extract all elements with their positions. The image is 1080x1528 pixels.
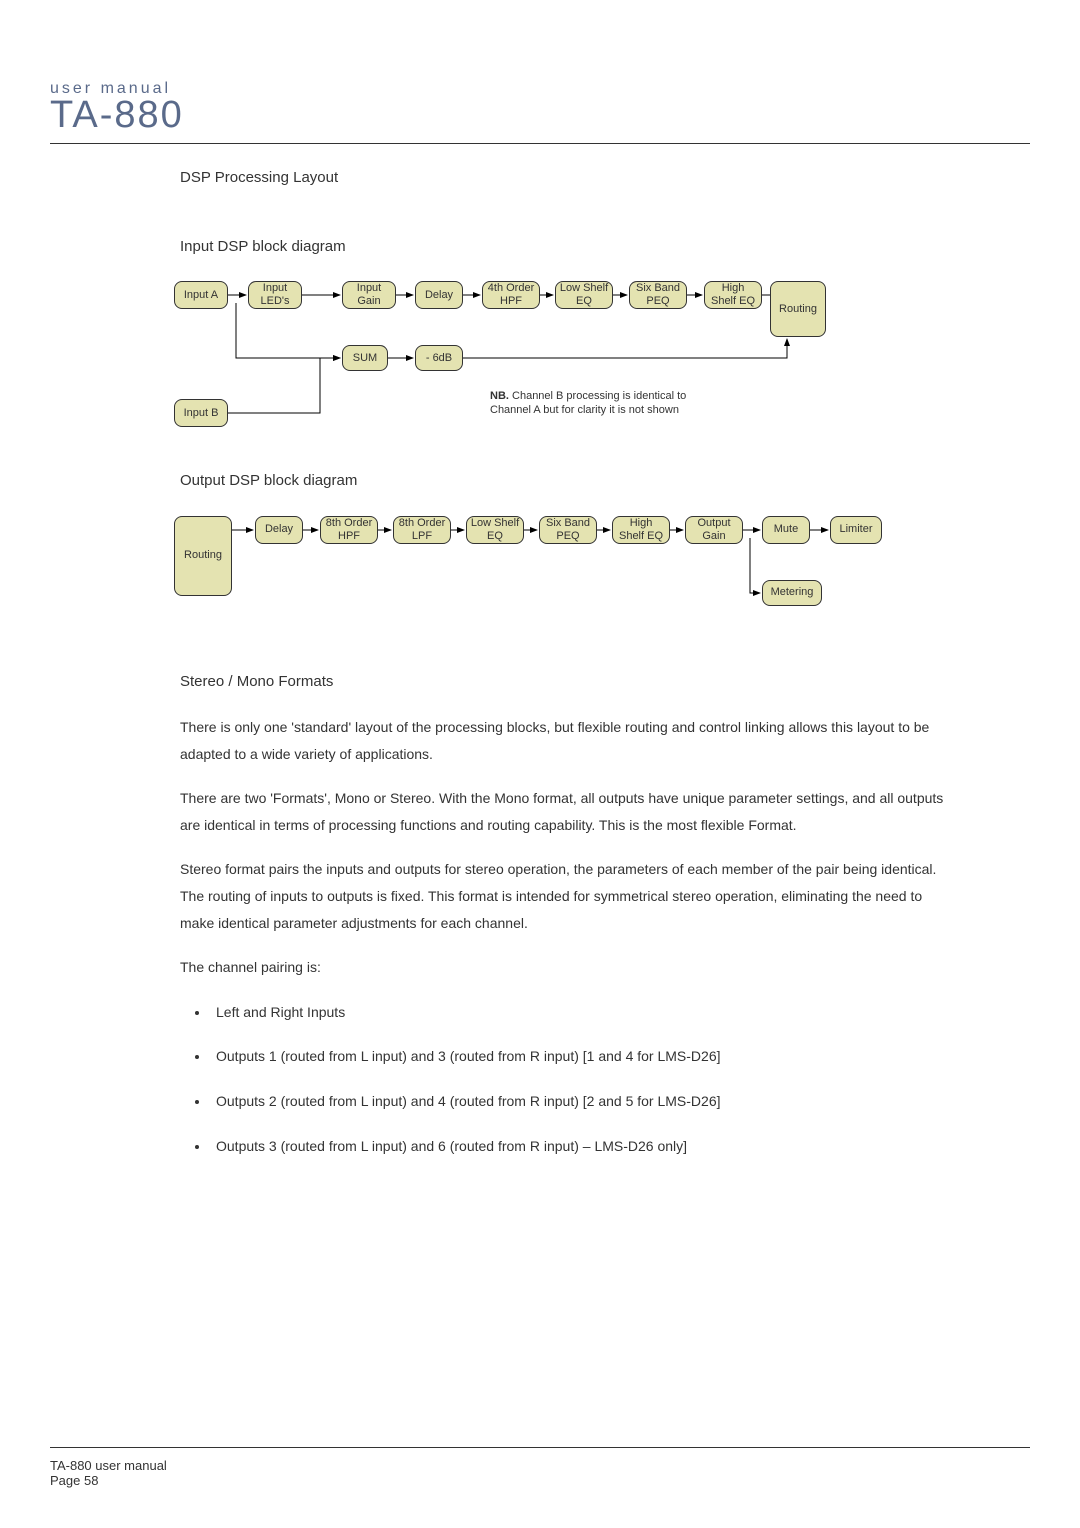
note-nb: NB. — [490, 390, 509, 402]
section-dsp-layout: DSP Processing Layout — [180, 164, 960, 193]
block-hpf: 4th Order HPF — [482, 281, 540, 309]
block-out-delay: Delay — [255, 516, 303, 544]
list-item: Left and Right Inputs — [210, 999, 960, 1026]
block-sum: SUM — [342, 345, 388, 371]
block-low-shelf: Low Shelf EQ — [555, 281, 613, 309]
section-output-diagram: Output DSP block diagram — [180, 467, 960, 496]
section-formats: Stereo / Mono Formats — [180, 668, 960, 697]
footer: TA-880 user manual Page 58 — [50, 1417, 1030, 1488]
block-out-lpf: 8th Order LPF — [393, 516, 451, 544]
header-rule — [50, 143, 1030, 144]
block-out-routing: Routing — [174, 516, 232, 596]
input-dsp-diagram: Input A Input LED's Input Gain Delay 4th… — [170, 273, 960, 443]
section-input-diagram: Input DSP block diagram — [180, 233, 960, 262]
footer-line1: TA-880 user manual — [50, 1458, 1030, 1473]
footer-line2: Page 58 — [50, 1473, 1030, 1488]
output-dsp-diagram: Routing Delay 8th Order HPF 8th Order LP… — [170, 508, 960, 638]
list-item: Outputs 2 (routed from L input) and 4 (r… — [210, 1088, 960, 1115]
block-delay: Delay — [415, 281, 463, 309]
block-out-high-shelf: High Shelf EQ — [612, 516, 670, 544]
note-text: Channel B processing is identical to Cha… — [490, 390, 686, 416]
header-title: TA-880 — [50, 94, 1030, 137]
block-input-leds: Input LED's — [248, 281, 302, 309]
list-item: Outputs 1 (routed from L input) and 3 (r… — [210, 1043, 960, 1070]
block-out-hpf: 8th Order HPF — [320, 516, 378, 544]
block-out-metering: Metering — [762, 580, 822, 606]
paragraph-1: There is only one 'standard' layout of t… — [180, 714, 960, 767]
pairing-list: Left and Right Inputs Outputs 1 (routed … — [210, 999, 960, 1159]
block-input-b: Input B — [174, 399, 228, 427]
page: user manual TA-880 DSP Processing Layout… — [0, 0, 1080, 1528]
paragraph-3: Stereo format pairs the inputs and outpu… — [180, 856, 960, 936]
list-item: Outputs 3 (routed from L input) and 6 (r… — [210, 1133, 960, 1160]
block-out-limiter: Limiter — [830, 516, 882, 544]
block-out-gain: Output Gain — [685, 516, 743, 544]
diagram-note: NB. Channel B processing is identical to… — [490, 389, 700, 418]
block-out-peq: Six Band PEQ — [539, 516, 597, 544]
block-minus6db: - 6dB — [415, 345, 463, 371]
block-out-mute: Mute — [762, 516, 810, 544]
block-input-gain: Input Gain — [342, 281, 396, 309]
block-high-shelf: High Shelf EQ — [704, 281, 762, 309]
content-column: DSP Processing Layout Input DSP block di… — [180, 164, 960, 1159]
block-out-low-shelf: Low Shelf EQ — [466, 516, 524, 544]
paragraph-2: There are two 'Formats', Mono or Stereo.… — [180, 785, 960, 838]
block-input-a: Input A — [174, 281, 228, 309]
block-routing: Routing — [770, 281, 826, 337]
footer-rule — [50, 1447, 1030, 1448]
paragraph-4: The channel pairing is: — [180, 954, 960, 981]
block-peq: Six Band PEQ — [629, 281, 687, 309]
